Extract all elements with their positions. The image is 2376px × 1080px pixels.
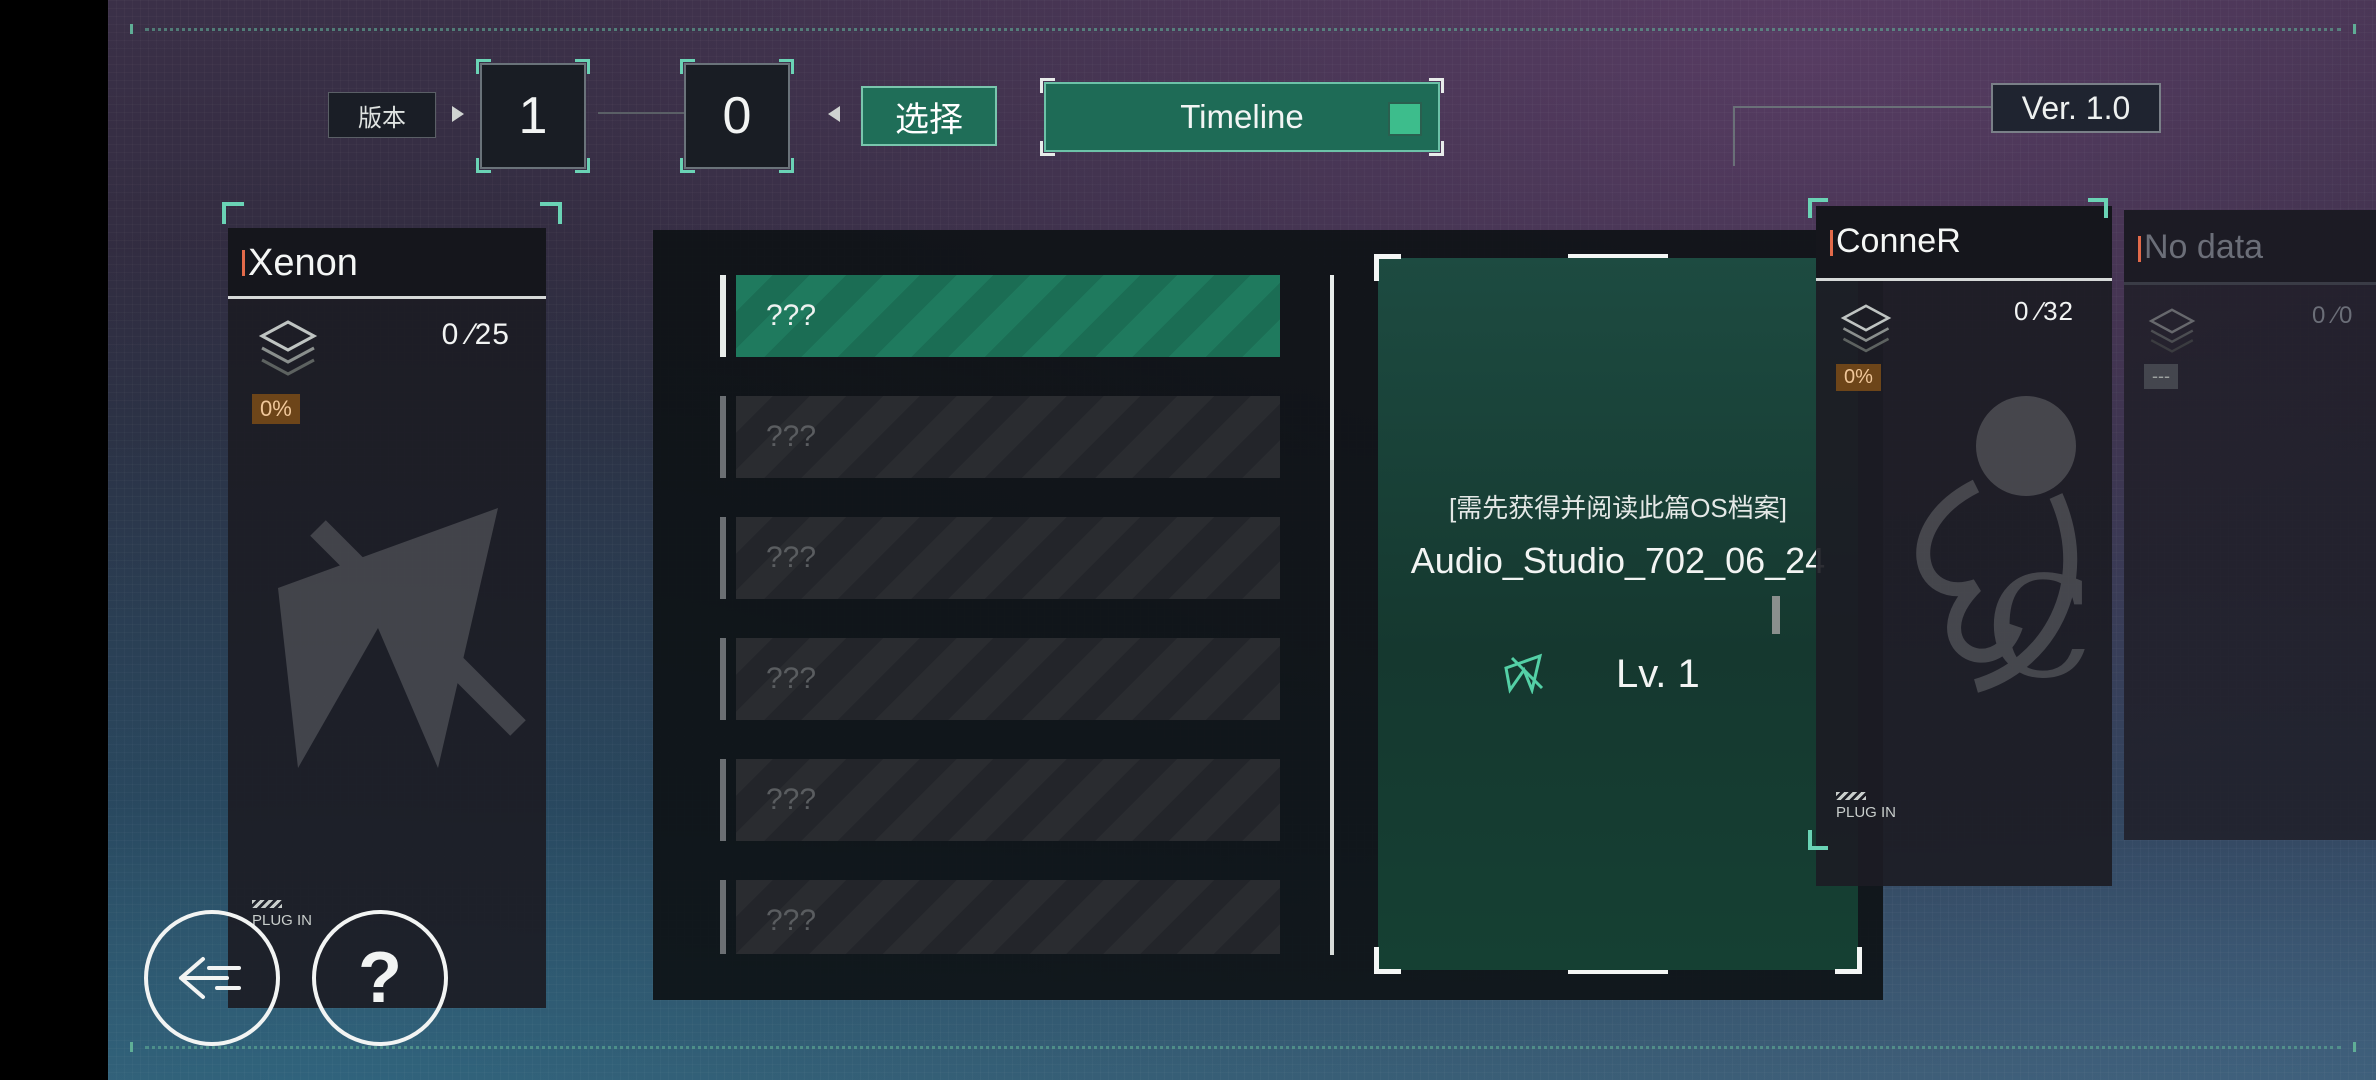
item-background [736,638,1280,720]
card-divider [2124,282,2376,285]
timeline-toggle-icon [1388,102,1422,136]
list-item[interactable]: ??? [720,275,1280,357]
timeline-button[interactable]: Timeline [1040,78,1444,156]
card-corner [2088,198,2108,218]
xenon-logo-icon [1504,653,1544,694]
layers-icon [2148,308,2196,353]
plugin-label: PLUG IN [252,912,313,929]
list-item[interactable]: ??? [720,880,1280,954]
detail-corner [1835,947,1862,974]
card-header: ConneR [1816,206,2112,278]
item-indicator [720,759,726,841]
card-corner [1808,830,1828,850]
item-indicator [720,638,726,720]
item-indicator [720,275,726,357]
card-corner [540,202,562,224]
game-screen: 版本 1 0 选择 Timeline Ver. 1.0 Xenon 0 ∕25 … [108,0,2376,1080]
stripes-icon [1836,792,1866,800]
item-indicator [720,880,726,954]
card-title: Xenon [242,242,358,284]
plugin-label: PLUG IN [1836,804,1897,821]
list-item[interactable]: ??? [720,396,1280,478]
card-progress-count: 0 ∕25 [441,318,510,351]
item-indicator [720,396,726,478]
detail-bottom-tick [1568,970,1668,974]
card-corner [1808,198,1828,218]
card-progress-count: 0 ∕0 [2312,302,2354,329]
item-background [736,517,1280,599]
minor-version-value: 0 [722,87,752,145]
minor-version-box[interactable]: 0 [680,59,794,173]
major-version-box[interactable]: 1 [476,59,590,173]
list-item[interactable]: ??? [720,638,1280,720]
card-plugin-tag: PLUG IN [252,900,312,929]
detail-corner [1374,947,1401,974]
layers-icon [258,320,318,376]
item-background [736,396,1280,478]
item-label: ??? [766,662,817,695]
item-background [736,275,1280,357]
help-button[interactable]: ? [312,910,448,1046]
card-xenon[interactable]: Xenon 0 ∕25 0% PLUG IN [228,228,546,1008]
version-label: 版本 [328,92,436,138]
version-connector-line [1733,106,1993,166]
card-header: Xenon [228,228,546,298]
archive-level: Lv. 1 [1616,652,1700,696]
card-corner [222,202,244,224]
item-background [736,880,1280,954]
item-label: ??? [766,541,817,574]
list-item[interactable]: ??? [720,759,1280,841]
item-background [736,759,1280,841]
svg-text:C: C [1986,547,2093,710]
unlock-requirement: [需先获得并阅读此篇OS档案] [1448,493,1787,523]
item-label: ??? [766,299,817,332]
item-indicator [720,517,726,599]
xenon-emblem-icon [278,508,526,768]
top-rail [130,24,2356,34]
card-title: No data [2137,228,2264,266]
select-button[interactable]: 选择 [861,86,997,146]
card-header: No data [2124,210,2376,282]
detail-top-tick [1568,254,1668,258]
card-percent-badge: 0% [252,394,300,424]
timeline-label: Timeline [1180,98,1304,135]
minor-decrease-arrow[interactable] [828,106,840,122]
detail-corner [1374,254,1401,281]
item-label: ??? [766,783,817,816]
major-increase-arrow[interactable] [452,106,464,122]
card-conner[interactable]: ConneR 0 ∕32 0% C PLUG IN [1816,206,2112,886]
layers-icon [1840,304,1892,353]
list-scrollbar-lower [1330,460,1334,955]
back-button[interactable] [144,910,280,1046]
list-item[interactable]: ??? [720,517,1280,599]
card-percent-badge: --- [2144,364,2178,389]
major-version-value: 1 [518,87,548,145]
archive-name: Audio_Studio_702_06_24 [1410,540,1826,581]
card-no-data[interactable]: No data 0 ∕0 --- [2124,210,2376,840]
archive-detail-panel: [需先获得并阅读此篇OS档案] Audio_Studio_702_06_24 L… [1374,254,1862,974]
stripes-icon [252,900,282,908]
card-divider [1816,278,2112,281]
item-label: ??? [766,420,817,453]
card-plugin-tag: PLUG IN [1836,792,1896,821]
item-label: ??? [766,904,817,937]
panel-scroll-handle[interactable] [1772,596,1780,634]
back-arrow-icon [179,957,241,999]
card-divider [228,296,546,299]
help-label: ? [358,938,402,1018]
octopus-emblem-icon: C [1916,396,2093,710]
card-progress-count: 0 ∕32 [2014,296,2074,326]
game-version: Ver. 1.0 [1991,83,2161,133]
bottom-rail [130,1042,2356,1052]
card-title: ConneR [1830,222,1961,260]
